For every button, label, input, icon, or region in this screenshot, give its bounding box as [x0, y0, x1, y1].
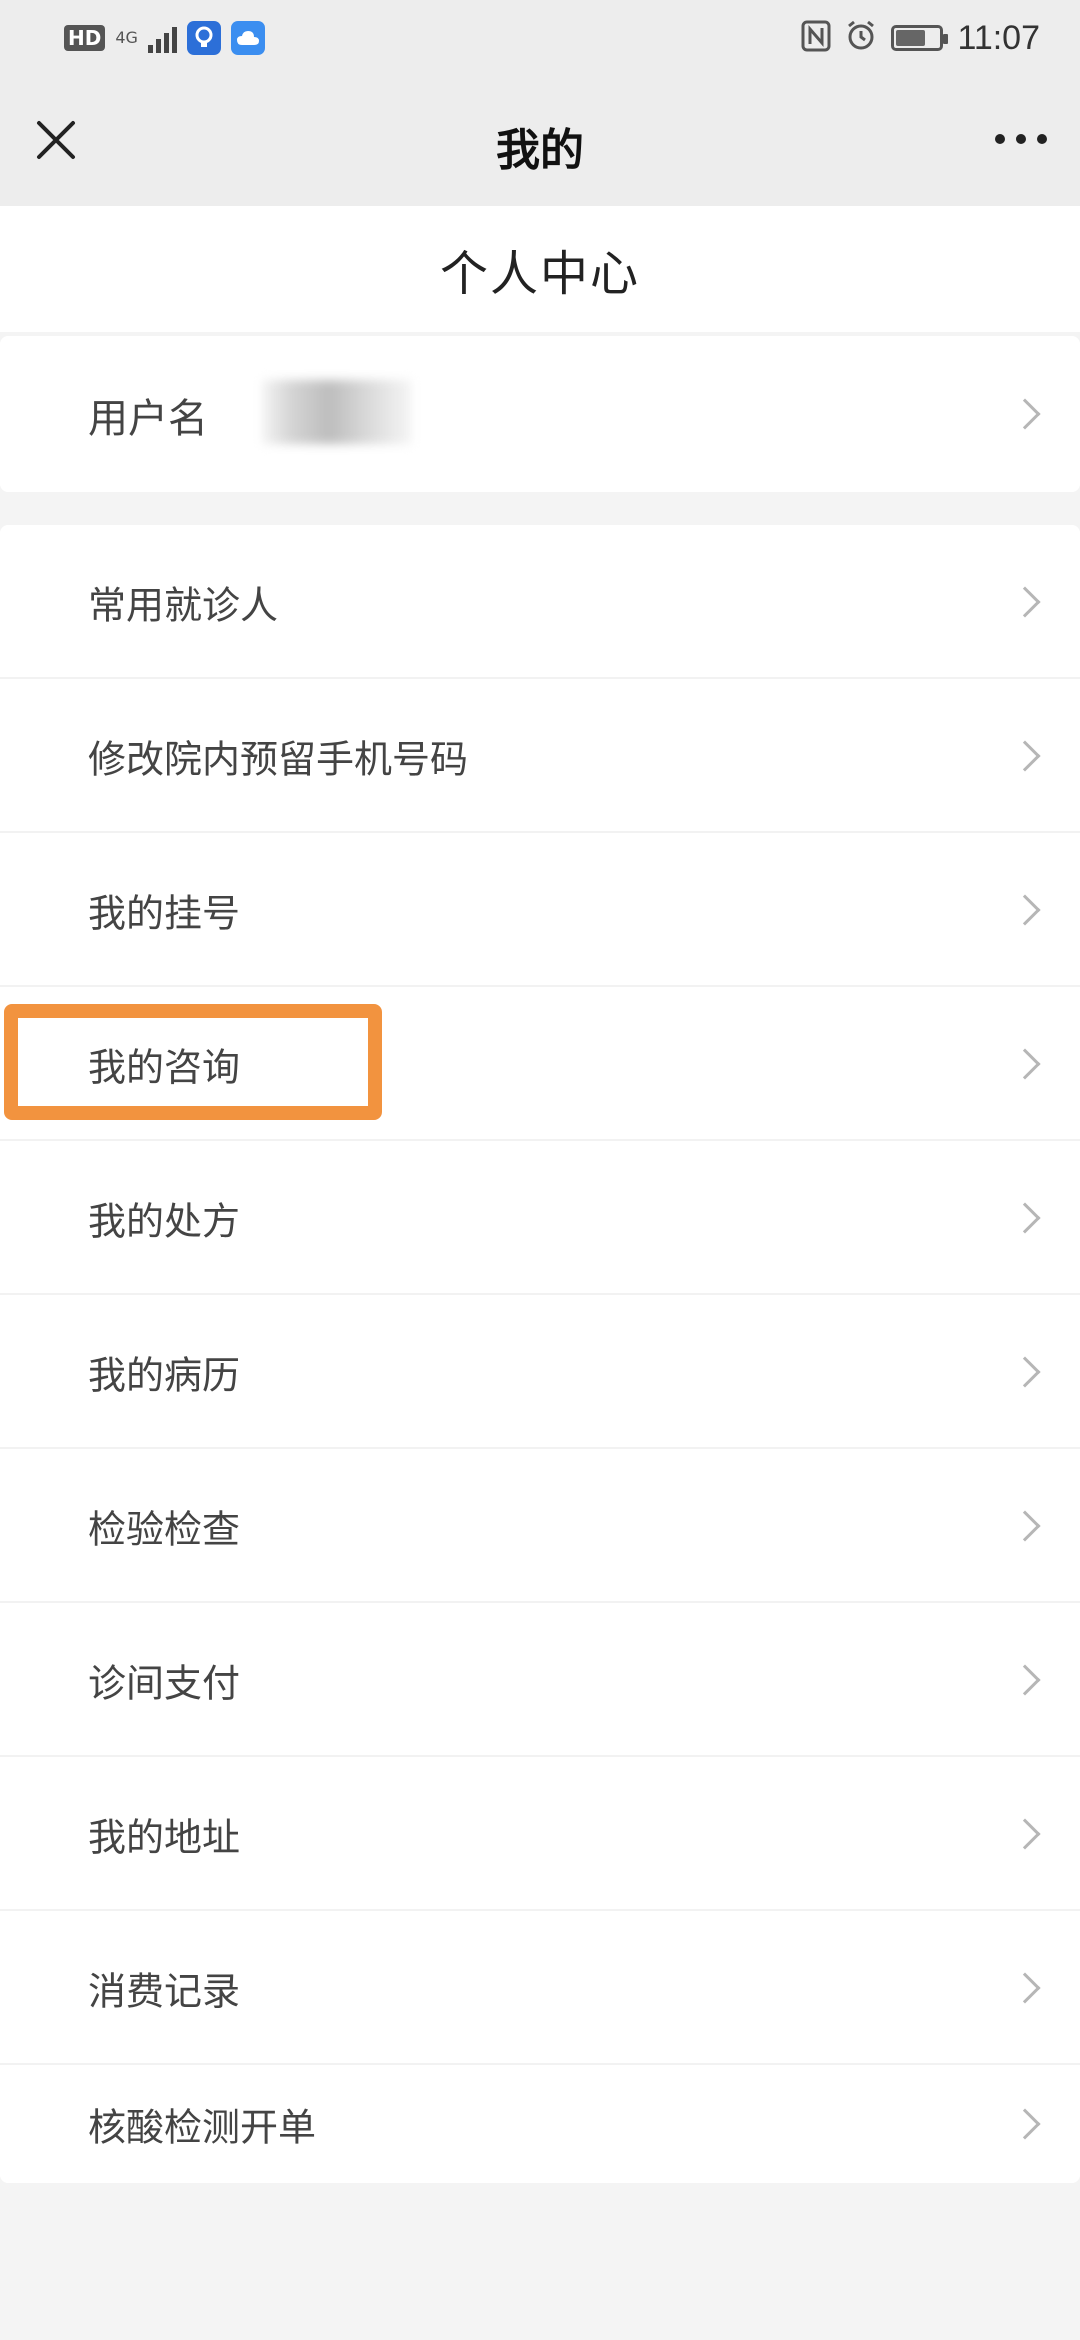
menu-item-label: 我的病历: [88, 1353, 241, 1398]
chevron-right-icon: [1009, 398, 1041, 430]
chevron-right-icon: [1009, 1510, 1041, 1542]
chevron-right-icon: [1009, 1048, 1041, 1080]
nav-bar: 我的: [0, 76, 1080, 206]
chevron-right-icon: [1009, 2108, 1041, 2140]
menu-item-my-prescriptions[interactable]: 我的处方: [0, 1141, 1080, 1295]
menu-item-label: 我的地址: [88, 1815, 241, 1860]
status-bar: HD 4G 11:07: [0, 0, 1080, 76]
menu-item-label: 我的咨询: [88, 1045, 241, 1090]
network-label: 4G: [115, 28, 138, 47]
menu-item-my-address[interactable]: 我的地址: [0, 1757, 1080, 1911]
menu-item-spending-records[interactable]: 消费记录: [0, 1911, 1080, 2065]
username-label: 用户名: [88, 396, 208, 442]
more-icon: [995, 134, 1047, 144]
menu-item-nucleic-acid-test[interactable]: 核酸检测开单: [0, 2065, 1080, 2183]
menu-item-label: 常用就诊人: [88, 583, 279, 628]
bulb-icon: [186, 21, 221, 55]
menu-item-label: 核酸检测开单: [88, 2105, 317, 2150]
menu-item-frequent-patients[interactable]: 常用就诊人: [0, 525, 1080, 679]
cloud-icon: [230, 21, 265, 55]
status-right: 11:07: [801, 14, 1040, 62]
menu-item-label: 检验检查: [88, 1507, 241, 1552]
menu-item-label: 我的挂号: [88, 891, 241, 936]
chevron-right-icon: [1009, 740, 1041, 772]
battery-fill: [896, 30, 926, 46]
username-value-redacted: [262, 380, 412, 444]
nav-title: 我的: [496, 125, 584, 176]
user-row[interactable]: 用户名: [0, 336, 1080, 492]
alarm-icon: [845, 20, 877, 56]
hd-badge: HD: [64, 25, 106, 51]
menu-item-label: 消费记录: [88, 1969, 241, 2014]
chevron-right-icon: [1009, 1818, 1041, 1850]
menu-item-label: 我的处方: [88, 1199, 241, 1244]
status-left: HD 4G: [64, 18, 265, 58]
page-header: 个人中心: [0, 206, 1080, 332]
network-type: 4G: [115, 30, 138, 46]
more-button[interactable]: [988, 114, 1054, 164]
menu-item-lab-tests[interactable]: 检验检查: [0, 1449, 1080, 1603]
signal-icon: [147, 23, 177, 53]
page-title: 个人中心: [439, 246, 640, 302]
chevron-right-icon: [1009, 1972, 1041, 2004]
chevron-right-icon: [1009, 1356, 1041, 1388]
chevron-right-icon: [1009, 586, 1041, 618]
chevron-right-icon: [1009, 1664, 1041, 1696]
menu-item-my-registrations[interactable]: 我的挂号: [0, 833, 1080, 987]
menu-item-label: 诊间支付: [88, 1661, 241, 1706]
menu-item-change-phone[interactable]: 修改院内预留手机号码: [0, 679, 1080, 833]
battery-icon: [891, 25, 949, 51]
menu-item-clinic-payment[interactable]: 诊间支付: [0, 1603, 1080, 1757]
nfc-icon: [801, 20, 831, 56]
chevron-right-icon: [1009, 1202, 1041, 1234]
chevron-right-icon: [1009, 894, 1041, 926]
menu-list: 常用就诊人 修改院内预留手机号码 我的挂号 我的咨询 我的处方 我的病历 检验检…: [0, 525, 1080, 2183]
menu-item-label: 修改院内预留手机号码: [88, 737, 469, 782]
status-time: 11:07: [957, 18, 1040, 57]
menu-item-my-records[interactable]: 我的病历: [0, 1295, 1080, 1449]
menu-item-my-consultations[interactable]: 我的咨询: [0, 987, 1080, 1141]
